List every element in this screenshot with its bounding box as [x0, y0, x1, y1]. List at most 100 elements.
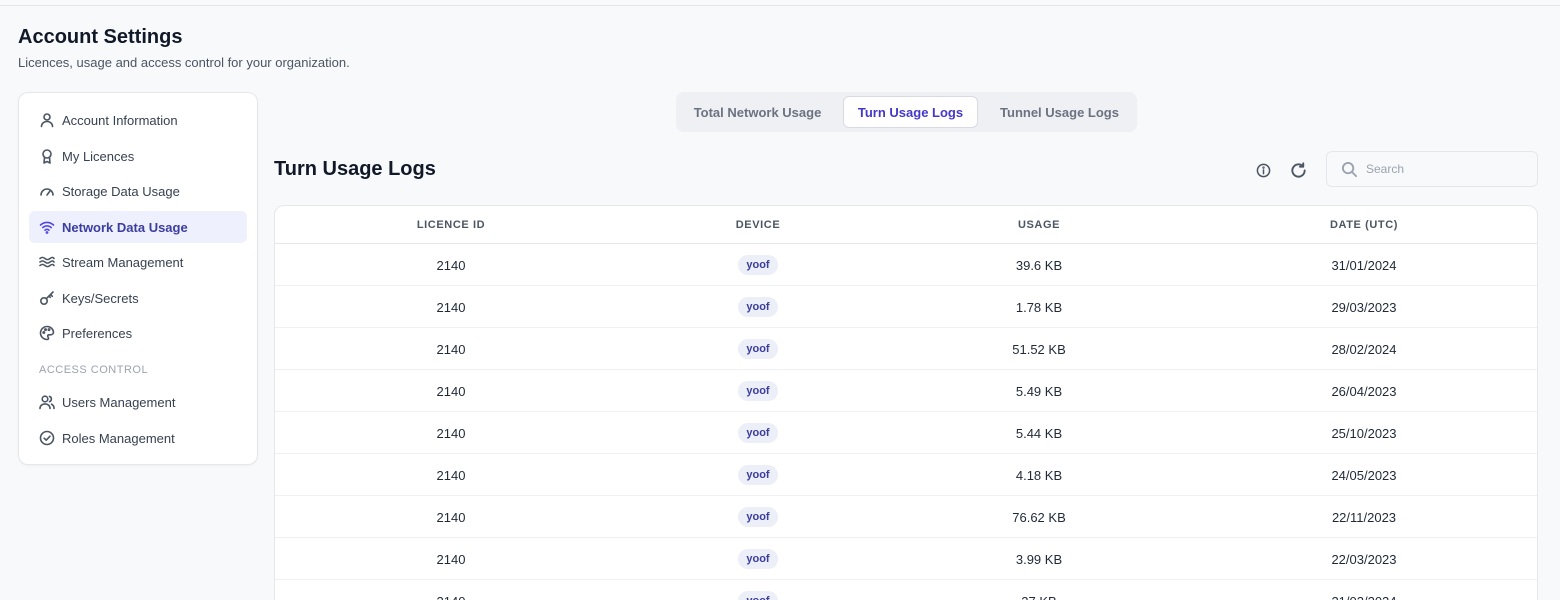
usage-cell: 1.78 KB [1015, 299, 1063, 315]
usage-cell: 5.49 KB [1015, 383, 1063, 399]
page-subtitle: Licences, usage and access control for y… [18, 55, 350, 70]
licence-id-cell: 2140 [436, 509, 466, 525]
device-cell: yoof [627, 412, 889, 454]
column-header-date[interactable]: DATE (UTC) [1189, 206, 1537, 244]
device-badge: yoof [738, 339, 778, 359]
sidebar-item-label: Users Management [62, 394, 176, 410]
table-row[interactable]: 2140 yoof 3.99 KB 22/03/2023 [275, 538, 1537, 580]
usage-cell: 3.99 KB [1015, 551, 1063, 567]
usage-logs-table: LICENCE ID DEVICE USAGE DATE (UTC) 2140 … [274, 205, 1538, 600]
table-row[interactable]: 2140 yoof 5.49 KB 26/04/2023 [275, 370, 1537, 412]
device-cell: yoof [627, 370, 889, 412]
device-badge: yoof [738, 297, 778, 317]
licence-id-cell: 2140 [436, 467, 466, 483]
device-badge: yoof [738, 591, 778, 600]
sidebar-item-network-data-usage[interactable]: Network Data Usage [29, 211, 247, 243]
licence-id-cell: 2140 [436, 257, 466, 273]
usage-cell: 39.6 KB [1015, 257, 1063, 273]
device-cell: yoof [627, 328, 889, 370]
settings-sidebar: Account Information My Licences Storage … [18, 92, 258, 465]
date-cell: 24/05/2023 [1331, 467, 1397, 483]
sidebar-item-keys-secrets[interactable]: Keys/Secrets [29, 282, 247, 314]
usage-cell: 5.44 KB [1015, 425, 1063, 441]
sidebar-item-storage-data-usage[interactable]: Storage Data Usage [29, 175, 247, 207]
device-badge: yoof [738, 255, 778, 275]
licence-id-cell: 2140 [436, 341, 466, 357]
tab-tunnel-usage-logs[interactable]: Tunnel Usage Logs [986, 96, 1133, 128]
device-badge: yoof [738, 507, 778, 527]
access-control-heading: ACCESS CONTROL [39, 364, 149, 376]
date-cell: 22/11/2023 [1331, 509, 1397, 525]
search-input[interactable] [1366, 162, 1526, 176]
sidebar-item-label: Network Data Usage [62, 219, 188, 235]
table-row[interactable]: 2140 yoof 39.6 KB 31/01/2024 [275, 244, 1537, 286]
refresh-icon[interactable] [1287, 159, 1309, 181]
table-row[interactable]: 2140 yoof 27 KB 21/02/2024 [275, 580, 1537, 600]
usage-cell: 76.62 KB [1012, 509, 1066, 525]
device-cell: yoof [627, 496, 889, 538]
date-cell: 29/03/2023 [1331, 299, 1397, 315]
search-icon [1341, 161, 1358, 177]
device-cell: yoof [627, 538, 889, 580]
date-cell: 28/02/2024 [1331, 341, 1397, 357]
badge-icon [39, 148, 55, 164]
section-title: Turn Usage Logs [274, 158, 436, 180]
device-badge: yoof [738, 549, 778, 569]
date-cell: 31/01/2024 [1331, 257, 1397, 273]
table-row[interactable]: 2140 yoof 51.52 KB 28/02/2024 [275, 328, 1537, 370]
licence-id-cell: 2140 [436, 383, 466, 399]
date-cell: 26/04/2023 [1331, 383, 1397, 399]
sidebar-item-roles-management[interactable]: Roles Management [29, 422, 247, 454]
waves-icon [39, 254, 55, 270]
date-cell: 21/02/2024 [1189, 580, 1537, 600]
column-header-usage[interactable]: USAGE [889, 206, 1189, 244]
palette-icon [39, 325, 55, 341]
column-header-licence-id[interactable]: LICENCE ID [275, 206, 627, 244]
search-box[interactable] [1326, 151, 1538, 187]
usage-cell: 27 KB [889, 580, 1189, 600]
key-icon [39, 290, 55, 306]
tab-total-network-usage[interactable]: Total Network Usage [680, 96, 835, 128]
wifi-icon [39, 219, 55, 235]
usage-cell: 4.18 KB [1015, 467, 1063, 483]
info-icon[interactable] [1254, 161, 1272, 179]
table-row[interactable]: 2140 yoof 5.44 KB 25/10/2023 [275, 412, 1537, 454]
device-badge: yoof [738, 423, 778, 443]
column-header-device[interactable]: DEVICE [627, 206, 889, 244]
sidebar-item-label: My Licences [62, 148, 135, 164]
sidebar-item-stream-management[interactable]: Stream Management [29, 246, 247, 278]
table-row[interactable]: 2140 yoof 4.18 KB 24/05/2023 [275, 454, 1537, 496]
user-icon [39, 112, 55, 128]
table-row[interactable]: 2140 yoof 1.78 KB 29/03/2023 [275, 286, 1537, 328]
check-circle-icon [39, 430, 55, 446]
sidebar-item-my-licences[interactable]: My Licences [29, 140, 247, 172]
users-icon [39, 394, 55, 410]
device-badge: yoof [738, 465, 778, 485]
sidebar-item-label: Roles Management [62, 430, 175, 446]
device-cell: yoof [627, 454, 889, 496]
device-cell: yoof [627, 286, 889, 328]
page-title: Account Settings [18, 26, 183, 48]
sidebar-item-preferences[interactable]: Preferences [29, 317, 247, 349]
sidebar-item-label: Preferences [62, 325, 133, 341]
device-badge: yoof [738, 381, 778, 401]
sidebar-item-label: Stream Management [62, 254, 184, 270]
licence-id-cell: 2140 [275, 580, 627, 600]
licence-id-cell: 2140 [436, 299, 466, 315]
sidebar-item-label: Keys/Secrets [62, 290, 139, 306]
sidebar-item-label: Account Information [62, 112, 178, 128]
device-cell: yoof [627, 580, 889, 600]
top-divider [0, 5, 1560, 6]
tab-turn-usage-logs[interactable]: Turn Usage Logs [843, 96, 978, 128]
table-header: LICENCE ID DEVICE USAGE DATE (UTC) [275, 206, 1537, 244]
sidebar-item-account-information[interactable]: Account Information [29, 104, 247, 136]
gauge-icon [39, 183, 55, 199]
usage-cell: 51.52 KB [1012, 341, 1066, 357]
date-cell: 25/10/2023 [1331, 425, 1397, 441]
table-row[interactable]: 2140 yoof 76.62 KB 22/11/2023 [275, 496, 1537, 538]
sidebar-item-label: Storage Data Usage [62, 183, 180, 199]
sidebar-item-users-management[interactable]: Users Management [29, 386, 247, 418]
device-cell: yoof [627, 244, 889, 286]
licence-id-cell: 2140 [436, 551, 466, 567]
usage-tabs: Total Network Usage Turn Usage Logs Tunn… [676, 92, 1137, 132]
